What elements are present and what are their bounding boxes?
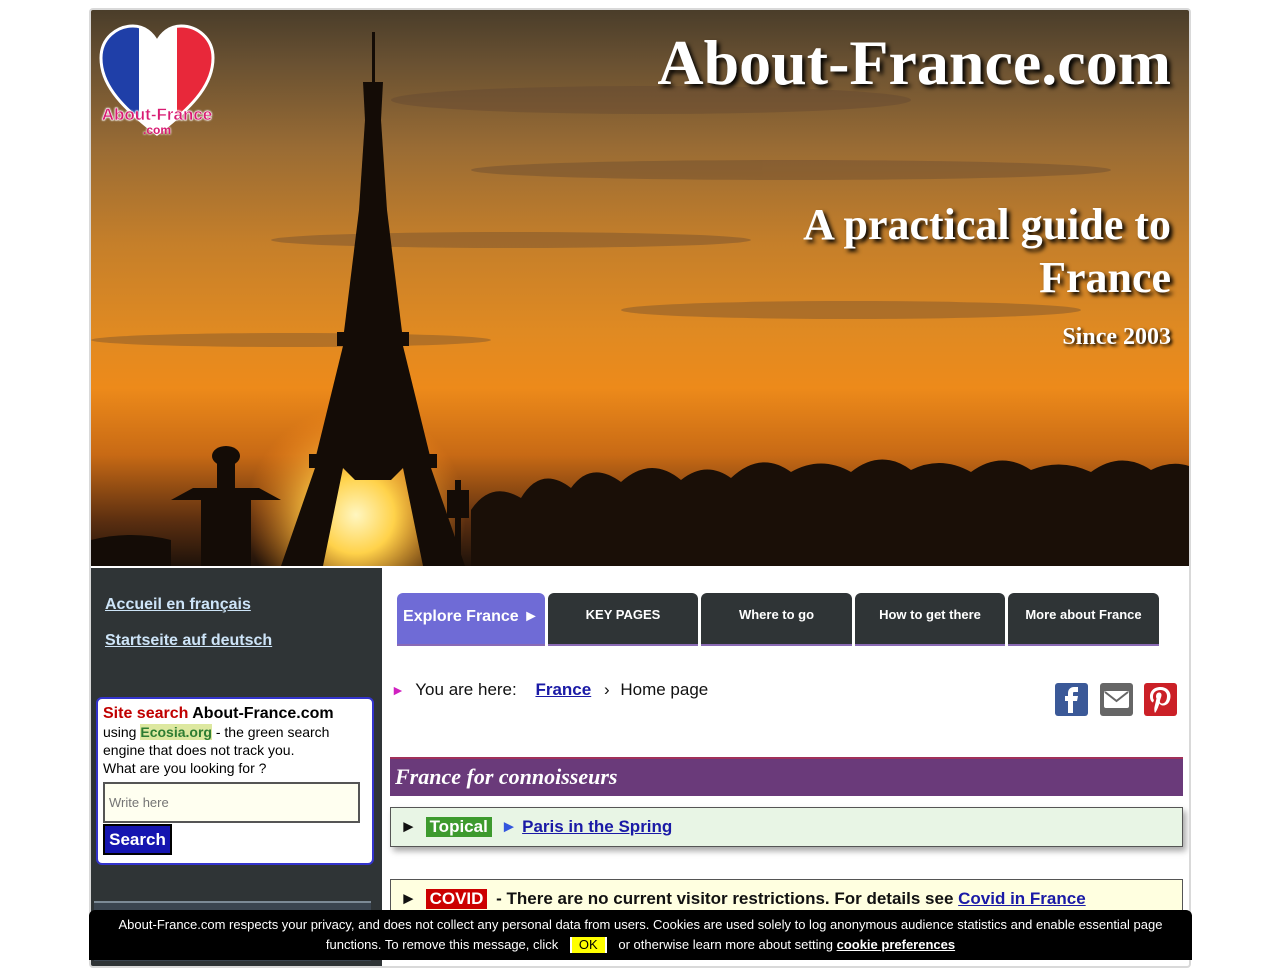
covid-text: - There are no current visitor restricti… [496, 889, 954, 908]
cookie-banner: About-France.com respects your privacy, … [89, 910, 1192, 960]
cookie-ok-button[interactable]: OK [569, 937, 607, 953]
breadcrumb-link-france[interactable]: France [535, 680, 591, 699]
covid-badge: COVID [425, 889, 488, 909]
topical-blue-arrow-icon: ► [500, 817, 518, 836]
tab-more-about-france[interactable]: More about France [1008, 593, 1159, 646]
sidebar-link-german[interactable]: Startseite auf deutsch [105, 632, 272, 650]
tab-where-to-go[interactable]: Where to go [701, 593, 852, 646]
sidebar-link-french[interactable]: Accueil en français [105, 596, 251, 614]
tab-explore-france[interactable]: Explore France ► [397, 593, 545, 646]
tab-how-to-get-there[interactable]: How to get there [855, 593, 1005, 646]
paris-spring-link[interactable]: Paris in the Spring [522, 817, 672, 836]
search-question: What are you looking for ? [103, 760, 267, 776]
breadcrumb: ► You are here: France › Home page [391, 680, 708, 700]
pinterest-icon[interactable] [1144, 683, 1177, 716]
hero-banner: About-France .com About-France.com A pra… [91, 10, 1189, 566]
tab-key-pages[interactable]: KEY PAGES [548, 593, 698, 646]
section-title: France for connoisseurs [390, 757, 1183, 796]
sidebar: Accueil en français Startseite auf deuts… [91, 568, 382, 966]
covid-in-france-link[interactable]: Covid in France [958, 889, 1086, 908]
covid-arrow-icon: ► [400, 889, 417, 908]
breadcrumb-current: Home page [620, 680, 709, 699]
breadcrumb-arrow-icon: ► [391, 682, 405, 698]
page-frame: About-France .com About-France.com A pra… [89, 8, 1191, 968]
facebook-icon[interactable] [1055, 683, 1088, 716]
topical-badge: Topical [425, 817, 492, 837]
cookie-preferences-link[interactable]: cookie preferences [837, 937, 956, 952]
topical-box: ► Topical ► Paris in the Spring [390, 807, 1183, 847]
logo-line2: .com [142, 123, 171, 137]
search-desc-rest: - the green search engine that does not … [103, 724, 330, 758]
email-icon[interactable] [1100, 683, 1133, 716]
site-search-box: Site search About-France.com using Ecosi… [96, 697, 374, 865]
breadcrumb-prefix: You are here: [415, 680, 517, 699]
cookie-text-2: or otherwise learn more about setting [618, 937, 833, 952]
logo-line1: About-France [101, 105, 213, 124]
since-text: Since 2003 [1062, 324, 1171, 350]
search-using: using [103, 724, 137, 740]
site-title: About-France.com [657, 27, 1171, 98]
search-input[interactable] [103, 782, 360, 823]
search-description: using Ecosia.org - the green search engi… [103, 723, 367, 759]
breadcrumb-separator: › [603, 680, 610, 699]
tagline: A practical guide to France [803, 200, 1171, 302]
search-title: Site search About-France.com [103, 704, 367, 723]
search-title-red: Site search [103, 705, 189, 722]
logo-text: About-France .com [99, 105, 215, 137]
ecosia-link[interactable]: Ecosia.org [140, 724, 212, 740]
search-button[interactable]: Search [103, 824, 172, 855]
topical-arrow-icon: ► [400, 817, 417, 836]
search-title-site: About-France.com [192, 705, 334, 722]
